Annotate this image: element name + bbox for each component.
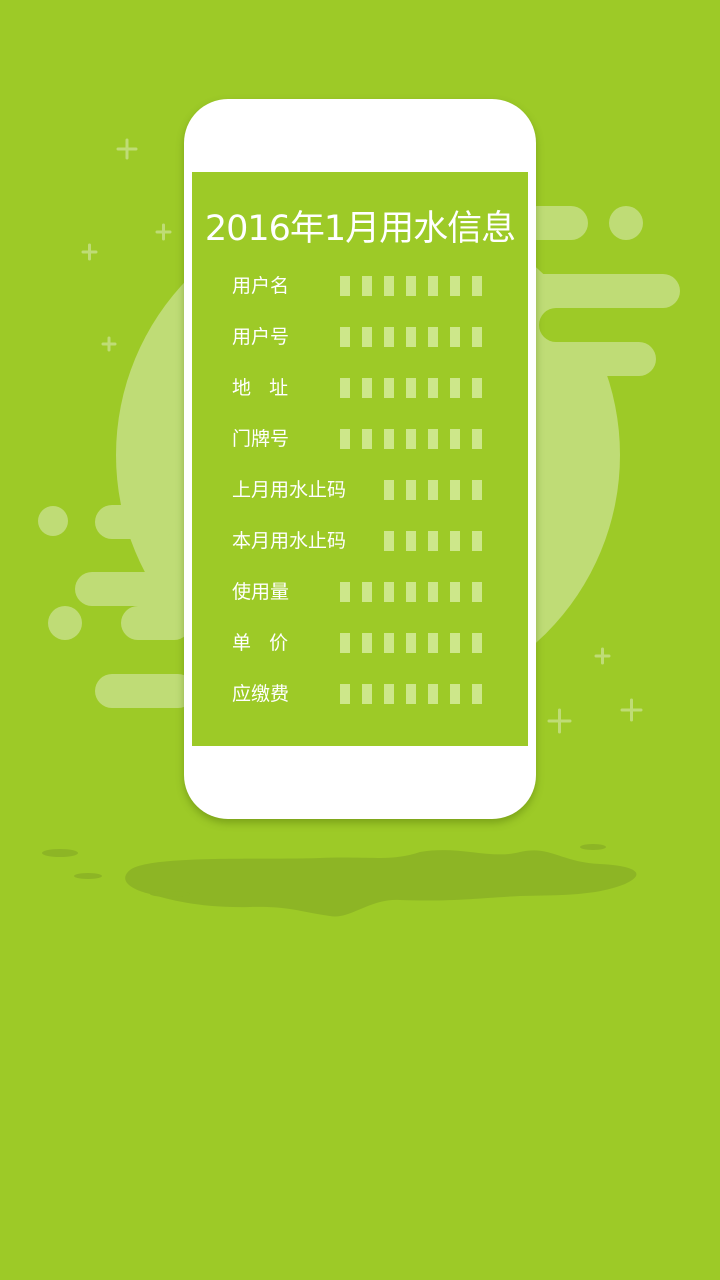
row-label: 用户号 [232, 326, 290, 348]
info-row-current-reading: 本月用水止码 [192, 528, 528, 554]
water-info-card: 2016年1月用水信息 用户名 用户号 地 址 门牌号 上月用水止码 本月用水止… [192, 172, 528, 746]
info-row-unit-price: 单 价 [192, 630, 528, 656]
info-row-house-number: 门牌号 [192, 426, 528, 452]
row-label: 地 址 [232, 377, 289, 399]
decor-dot [48, 606, 82, 640]
row-label: 上月用水止码 [232, 479, 347, 501]
row-label: 应缴费 [232, 683, 290, 705]
info-row-amount-due: 应缴费 [192, 681, 528, 707]
row-label: 门牌号 [232, 428, 290, 450]
phone-mockup: 2016年1月用水信息 用户名 用户号 地 址 门牌号 上月用水止码 本月用水止… [184, 99, 536, 819]
decor-dot [38, 506, 68, 536]
row-label: 单 价 [232, 632, 289, 654]
info-row-last-reading: 上月用水止码 [192, 477, 528, 503]
info-row-usage: 使用量 [192, 579, 528, 605]
puddle-shadow [42, 844, 637, 917]
row-label: 使用量 [232, 581, 290, 603]
decor-pill [520, 274, 680, 308]
decor-pill [95, 505, 175, 539]
decor-gap [536, 308, 600, 342]
card-title: 2016年1月用水信息 [204, 209, 516, 249]
info-row-user-id: 用户号 [192, 324, 528, 350]
decor-pill [121, 606, 191, 640]
decor-pill [95, 674, 195, 708]
decor-dot [609, 206, 643, 240]
row-label: 用户名 [232, 275, 290, 297]
info-row-address: 地 址 [192, 375, 528, 401]
info-row-username: 用户名 [192, 273, 528, 299]
decor-pill [540, 342, 656, 376]
decor-pill [75, 572, 185, 606]
row-label: 本月用水止码 [232, 530, 347, 552]
